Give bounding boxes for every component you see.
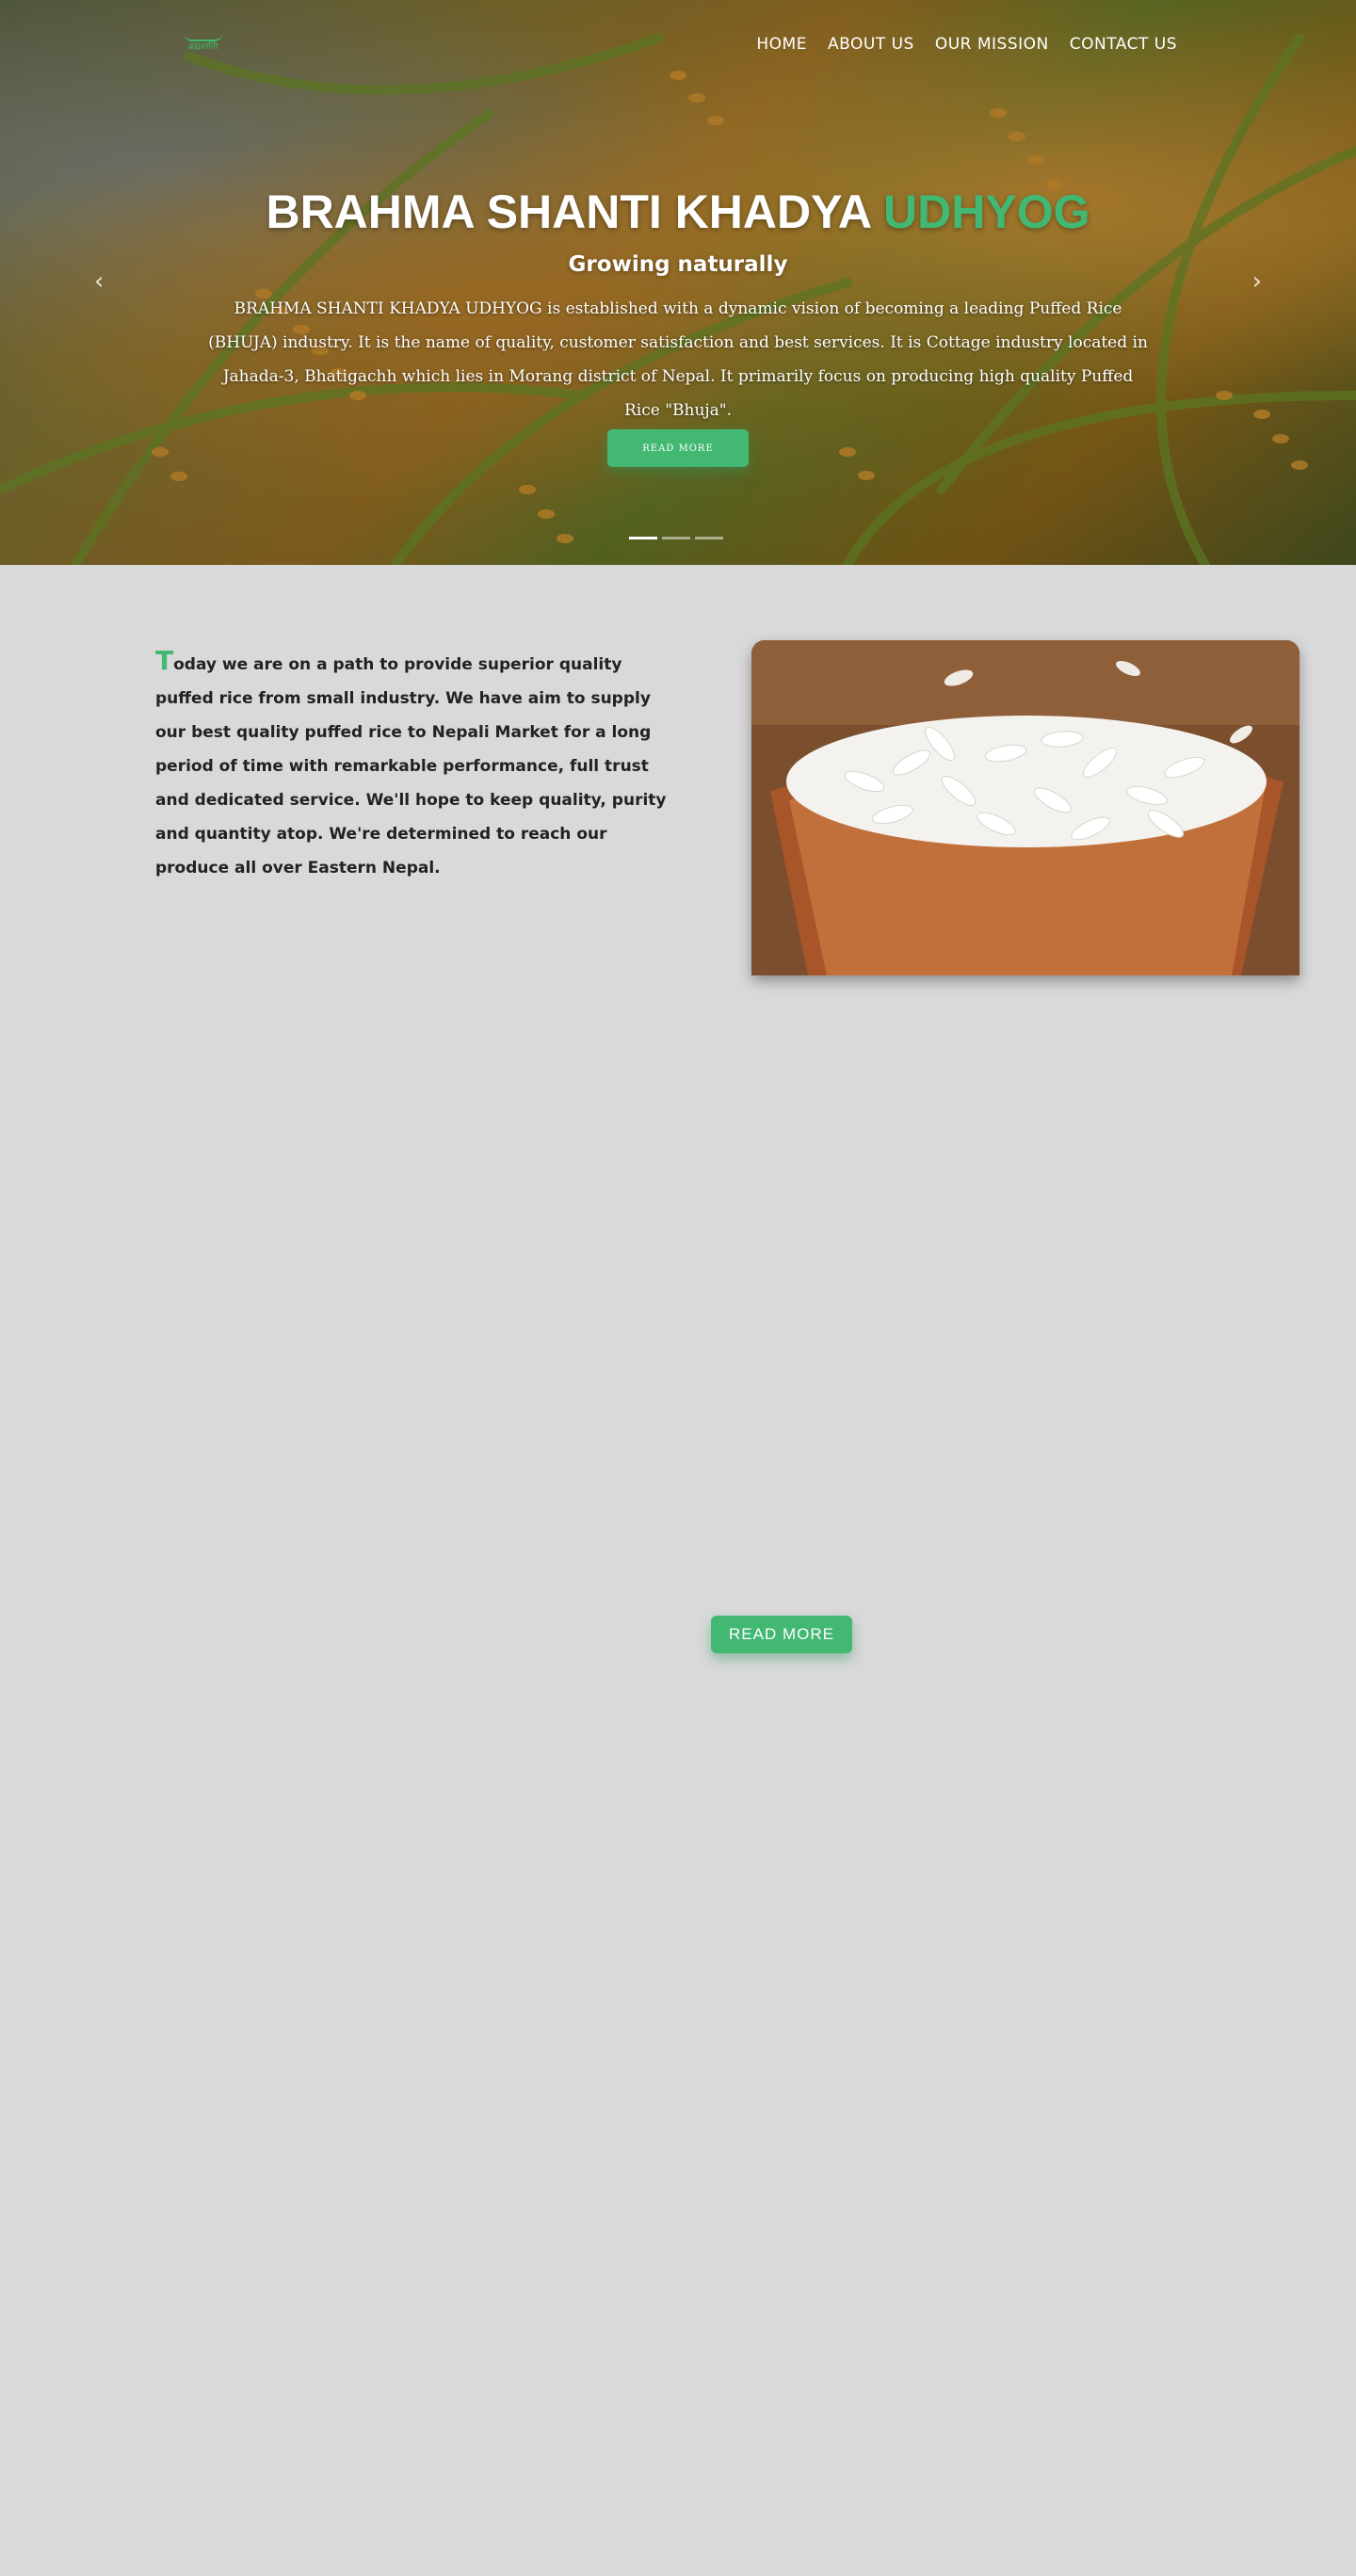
main-nav: HOME ABOUT US OUR MISSION CONTACT US [746,34,1177,55]
carousel-indicator-3[interactable] [695,537,723,539]
hero-carousel: ब्रह्मशान्ति HOME ABOUT US OUR MISSION C… [0,0,1356,565]
logo-text: ब्रह्मशान्ति [188,42,218,52]
hero-title-main: BRAHMA SHANTI KHADYA [266,185,884,238]
carousel-indicators [629,537,723,539]
about-read-more-button[interactable]: READ MORE [711,1616,852,1653]
hero-subtitle: Growing naturally [568,252,788,277]
nav-home[interactable]: HOME [746,34,817,55]
carousel-indicator-1[interactable] [629,537,657,539]
hero-overlay [0,0,1356,565]
about-dropcap: T [155,645,174,676]
hero-read-more-button[interactable]: READ MORE [607,429,749,467]
hero-title: BRAHMA SHANTI KHADYA UDHYOG [0,185,1356,239]
puffed-rice-illustration [751,640,1300,975]
carousel-indicator-2[interactable] [662,537,690,539]
about-paragraph: Today we are on a path to provide superi… [155,644,673,885]
about-text: oday we are on a path to provide superio… [155,655,667,877]
logo-mark-icon [185,34,222,41]
puffed-rice-bowl-image [751,640,1300,975]
nav-our-mission[interactable]: OUR MISSION [925,34,1059,55]
nav-about-us[interactable]: ABOUT US [817,34,925,55]
site-logo[interactable]: ब्रह्मशान्ति [179,34,228,55]
nav-contact-us[interactable]: CONTACT US [1059,34,1177,55]
hero-description: BRAHMA SHANTI KHADYA UDHYOG is establish… [208,299,1148,420]
hero-title-accent: UDHYOG [883,185,1090,238]
